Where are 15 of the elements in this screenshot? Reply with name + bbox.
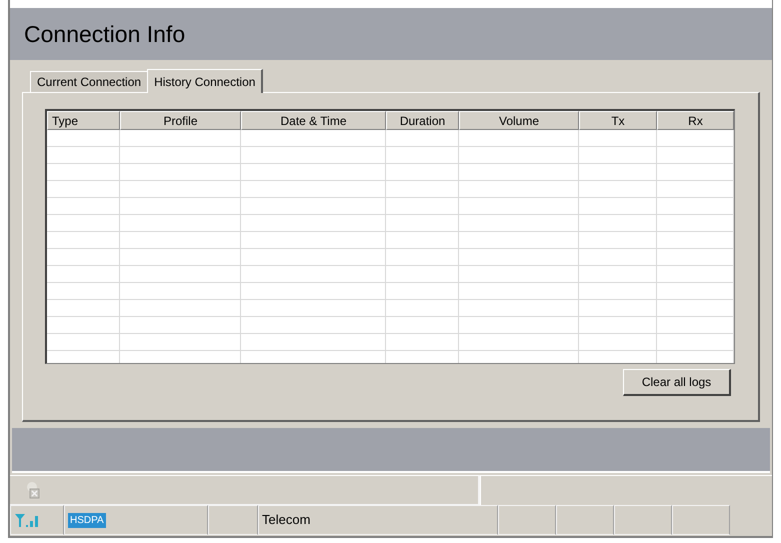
tab[interactable]: Current Connection: [30, 71, 148, 92]
column-header[interactable]: Type: [47, 111, 120, 130]
column-header[interactable]: Volume: [459, 111, 579, 130]
tab[interactable]: History Connection: [147, 69, 264, 93]
page-title: Connection Info: [24, 20, 186, 49]
signal-icon: [14, 512, 40, 528]
column-header[interactable]: Date & Time: [241, 111, 386, 130]
column-header[interactable]: Duration: [386, 111, 459, 130]
disconnect-icon[interactable]: [26, 481, 40, 499]
column-header[interactable]: Profile: [120, 111, 241, 130]
clear-logs-button[interactable]: Clear all logs: [623, 369, 731, 396]
column-header[interactable]: Tx: [579, 111, 657, 130]
operator-name: Telecom: [262, 511, 310, 530]
network-type-badge: HSDPA: [68, 512, 106, 528]
column-header[interactable]: Rx: [657, 111, 734, 130]
